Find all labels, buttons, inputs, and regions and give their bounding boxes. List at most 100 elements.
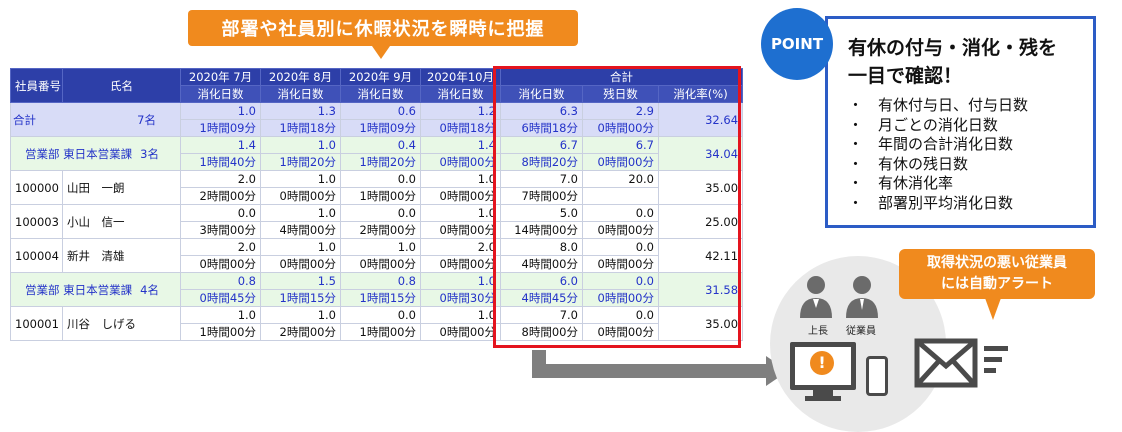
month-used-time-cell: 0時間00分 — [180, 255, 261, 273]
month-used-days-cell: 1.5 — [260, 272, 341, 290]
month-used-time-cell: 0時間00分 — [340, 255, 421, 273]
auto-alert-pointer — [985, 298, 1001, 320]
month-used-time-cell: 1時間09分 — [180, 119, 261, 137]
month-used-time-cell: 0時間45分 — [180, 289, 261, 307]
point-feature-item: ・部署別平均消化日数 — [848, 194, 1028, 214]
group-headcount: 7名 — [137, 112, 156, 127]
point-feature-item: ・有休消化率 — [848, 174, 1028, 194]
month-used-time-cell: 0時間00分 — [420, 323, 501, 341]
month-used-time-cell: 0時間00分 — [260, 187, 341, 205]
month-used-time-cell: 1時間20分 — [260, 153, 341, 171]
department-label-cell: 営業部 東日本営業課 3名 — [10, 136, 181, 171]
month-used-days-cell: 1.4 — [420, 136, 501, 154]
month-used-time-cell: 1時間00分 — [180, 323, 261, 341]
month-used-days-cell: 0.8 — [340, 272, 421, 290]
month-used-days-cell: 0.0 — [340, 306, 421, 324]
month-used-time-cell: 0時間00分 — [420, 221, 501, 239]
month-used-days-cell: 1.0 — [340, 238, 421, 256]
month-used-time-cell: 1時間00分 — [340, 187, 421, 205]
employee-name-cell: 小山 信一 — [62, 204, 181, 239]
boss-label: 上長 — [808, 326, 828, 337]
auto-alert-line1: 取得状況の悪い従業員 — [927, 255, 1067, 271]
point-feature-text: 有休付与日、付与日数 — [878, 96, 1029, 114]
month-used-days-cell: 1.2 — [420, 102, 501, 120]
sub-header-used: 消化日数 — [340, 85, 421, 103]
month-used-days-cell: 1.0 — [260, 170, 341, 188]
group-label: 営業部 東日本営業課 — [25, 146, 133, 161]
point-feature-item: ・有休の残日数 — [848, 155, 1028, 175]
group-label: 合計 — [13, 112, 36, 127]
col-header-month: 2020年10月 — [420, 68, 501, 86]
month-used-time-cell: 2時間00分 — [180, 187, 261, 205]
month-used-days-cell: 2.0 — [180, 238, 261, 256]
month-used-time-cell: 1時間09分 — [340, 119, 421, 137]
group-headcount: 4名 — [140, 282, 159, 297]
person-employee-icon — [846, 276, 878, 318]
monitor-base — [805, 396, 841, 401]
group-label: 営業部 東日本営業課 — [25, 282, 133, 297]
heading-callout: 部署や社員別に休暇状況を瞬時に把握 — [188, 10, 578, 46]
group-headcount: 3名 — [140, 146, 159, 161]
point-title-line2: 一目で確認！ — [848, 65, 963, 87]
employee-id-cell: 100003 — [10, 204, 63, 239]
month-used-days-cell: 1.0 — [260, 306, 341, 324]
col-header-month: 2020年 8月 — [260, 68, 341, 86]
employee-id-cell: 100001 — [10, 306, 63, 341]
month-used-days-cell: 0.6 — [340, 102, 421, 120]
month-used-time-cell: 1時間15分 — [340, 289, 421, 307]
month-used-days-cell: 0.4 — [340, 136, 421, 154]
employee-name-cell: 川谷 しげる — [62, 306, 181, 341]
month-used-days-cell: 1.0 — [420, 170, 501, 188]
person-boss-icon — [800, 276, 832, 318]
month-used-time-cell: 2時間00分 — [340, 221, 421, 239]
point-feature-text: 年間の合計消化日数 — [878, 135, 1014, 153]
month-used-time-cell: 1時間18分 — [260, 119, 341, 137]
total-label-cell: 合計 7名 — [10, 102, 181, 137]
employee-id-cell: 100000 — [10, 170, 63, 205]
sub-header-used: 消化日数 — [180, 85, 261, 103]
heading-callout-text: 部署や社員別に休暇状況を瞬時に把握 — [221, 19, 545, 40]
col-header-employee-id: 社員番号 — [10, 68, 63, 103]
point-feature-item: ・年間の合計消化日数 — [848, 135, 1028, 155]
month-used-time-cell: 0時間00分 — [420, 187, 501, 205]
point-feature-text: 部署別平均消化日数 — [878, 193, 1014, 212]
bullet: ・ — [848, 135, 864, 153]
month-used-days-cell: 1.0 — [180, 306, 261, 324]
bullet: ・ — [848, 115, 864, 134]
month-used-days-cell: 1.0 — [260, 238, 341, 256]
month-used-days-cell: 0.8 — [180, 272, 261, 290]
month-used-days-cell: 1.0 — [420, 204, 501, 222]
month-used-days-cell: 1.0 — [180, 102, 261, 120]
col-header-month: 2020年 7月 — [180, 68, 261, 86]
point-feature-text: 月ごとの消化日数 — [878, 115, 998, 134]
month-used-days-cell: 2.0 — [420, 238, 501, 256]
month-used-days-cell: 1.0 — [260, 136, 341, 154]
month-used-days-cell: 1.3 — [260, 102, 341, 120]
point-feature-item: ・月ごとの消化日数 — [848, 116, 1028, 136]
auto-alert-line2: には自動アラート — [941, 276, 1053, 292]
envelope-icon — [914, 338, 978, 388]
bullet: ・ — [848, 174, 864, 192]
month-used-time-cell: 0時間18分 — [420, 119, 501, 137]
point-feature-item: ・有休付与日、付与日数 — [848, 96, 1028, 116]
point-feature-text: 有休消化率 — [878, 174, 954, 192]
col-header-month: 2020年 9月 — [340, 68, 421, 86]
total-columns-highlight — [493, 66, 741, 348]
point-badge: POINT — [761, 8, 833, 80]
warning-icon: ! — [810, 351, 834, 375]
month-used-days-cell: 0.0 — [340, 170, 421, 188]
flow-arrow-shaft — [532, 364, 768, 378]
sub-header-used: 消化日数 — [260, 85, 341, 103]
month-used-time-cell: 1時間40分 — [180, 153, 261, 171]
month-used-days-cell: 1.0 — [420, 306, 501, 324]
employee-label: 従業員 — [846, 326, 876, 337]
month-used-time-cell: 2時間00分 — [260, 323, 341, 341]
month-used-time-cell: 0時間00分 — [260, 255, 341, 273]
month-used-time-cell: 0時間00分 — [420, 153, 501, 171]
month-used-time-cell: 0時間30分 — [420, 289, 501, 307]
point-title: 有休の付与・消化・残を 一目で確認！ — [848, 34, 1088, 90]
month-used-days-cell: 0.0 — [180, 204, 261, 222]
month-used-time-cell: 1時間15分 — [260, 289, 341, 307]
col-header-name: 氏名 — [62, 68, 181, 103]
smartphone-icon — [866, 356, 888, 396]
